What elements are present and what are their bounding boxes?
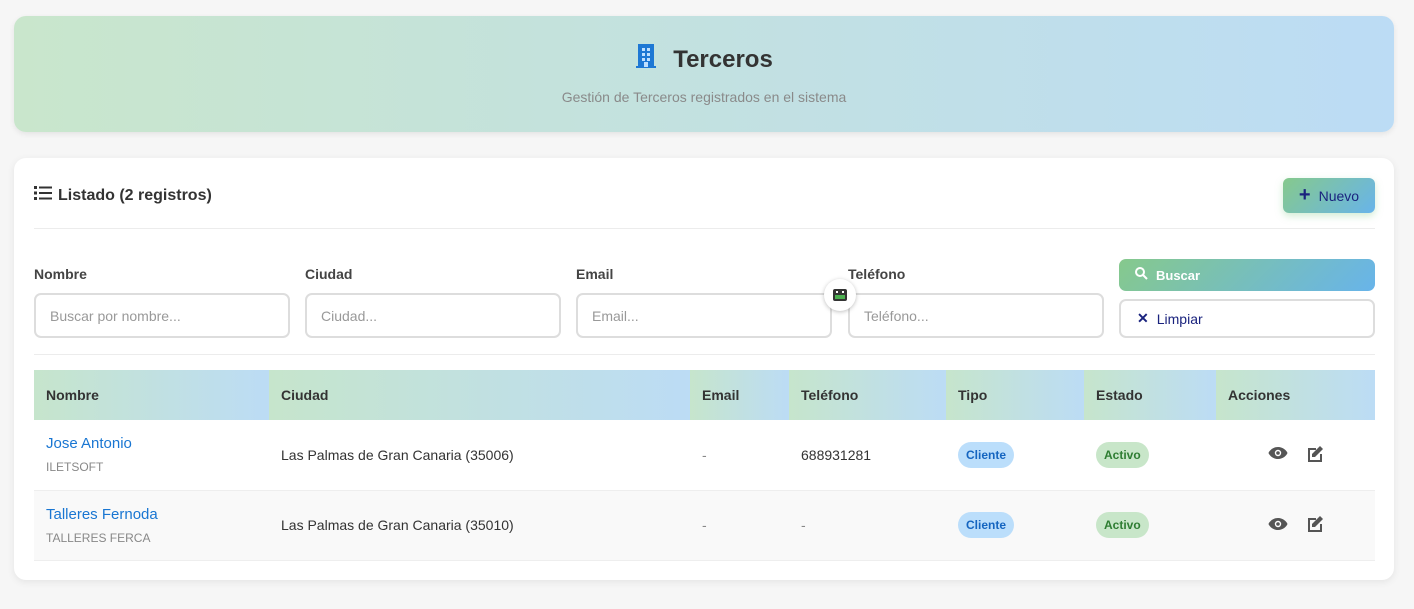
email-cell: - <box>690 420 789 491</box>
col-nombre[interactable]: Nombre <box>34 370 269 420</box>
edit-icon[interactable] <box>1306 515 1324 535</box>
type-badge: Cliente <box>958 512 1015 538</box>
listing-card: Listado (2 registros) + Nuevo Nombre Busc… <box>14 158 1394 580</box>
col-estado[interactable]: Estado <box>1084 370 1216 420</box>
status-badge: Activo <box>1096 441 1149 468</box>
clear-button[interactable]: ✕ Limpiar <box>1119 299 1375 338</box>
company-name: ILETSOFT <box>46 460 104 475</box>
col-email[interactable]: Email <box>690 370 789 420</box>
listing-title: Listado (2 registros) <box>34 186 212 205</box>
new-button[interactable]: + Nuevo <box>1283 178 1375 213</box>
list-icon <box>34 186 52 205</box>
tercero-name-link[interactable]: Jose Antonio <box>46 435 269 452</box>
email-input[interactable]: Email... <box>576 293 832 338</box>
table-row: Jose Antonio ILETSOFT Las Palmas de Gran … <box>34 420 1375 491</box>
city-cell: Las Palmas de Gran Canaria (35006) <box>269 420 690 491</box>
phone-cell: 688931281 <box>789 420 946 491</box>
terceros-table: Nombre Ciudad Email Teléfono Tipo Estado… <box>34 370 1375 561</box>
tercero-name-link[interactable]: Talleres Fernoda <box>46 506 269 523</box>
divider <box>34 228 1375 229</box>
page-subtitle: Gestión de Terceros registrados en el si… <box>561 89 847 105</box>
col-acciones: Acciones <box>1216 370 1375 420</box>
telefono-input[interactable]: Teléfono... <box>848 293 1104 338</box>
filter-label-nombre: Nombre <box>34 266 87 282</box>
phone-cell: - <box>789 490 946 561</box>
page-title: Terceros <box>673 45 773 73</box>
plus-icon: + <box>1298 184 1311 206</box>
nombre-input[interactable]: Buscar por nombre... <box>34 293 290 338</box>
filter-label-ciudad: Ciudad <box>305 266 353 282</box>
building-icon <box>635 44 657 75</box>
divider <box>34 354 1375 355</box>
search-button[interactable]: Buscar <box>1119 259 1375 291</box>
view-icon[interactable] <box>1268 517 1288 534</box>
table-row: Talleres Fernoda TALLERES FERCA Las Palma… <box>34 490 1375 561</box>
status-badge: Activo <box>1096 512 1149 538</box>
filter-label-telefono: Teléfono <box>848 266 906 282</box>
search-icon <box>1135 267 1148 283</box>
email-cell: - <box>690 490 789 561</box>
company-name: TALLERES FERCA <box>46 530 151 545</box>
col-tipo[interactable]: Tipo <box>946 370 1084 420</box>
type-badge: Cliente <box>958 441 1015 468</box>
page-header: Terceros Gestión de Terceros registrados… <box>14 16 1394 132</box>
filter-label-email: Email <box>576 266 614 282</box>
close-icon: ✕ <box>1137 310 1149 326</box>
view-icon[interactable] <box>1268 446 1288 463</box>
robot-extension-icon[interactable] <box>824 279 856 311</box>
ciudad-input[interactable]: Ciudad... <box>305 293 561 338</box>
edit-icon[interactable] <box>1306 445 1324 465</box>
col-telefono[interactable]: Teléfono <box>789 370 946 420</box>
city-cell: Las Palmas de Gran Canaria (35010) <box>269 490 690 561</box>
col-ciudad[interactable]: Ciudad <box>269 370 690 420</box>
